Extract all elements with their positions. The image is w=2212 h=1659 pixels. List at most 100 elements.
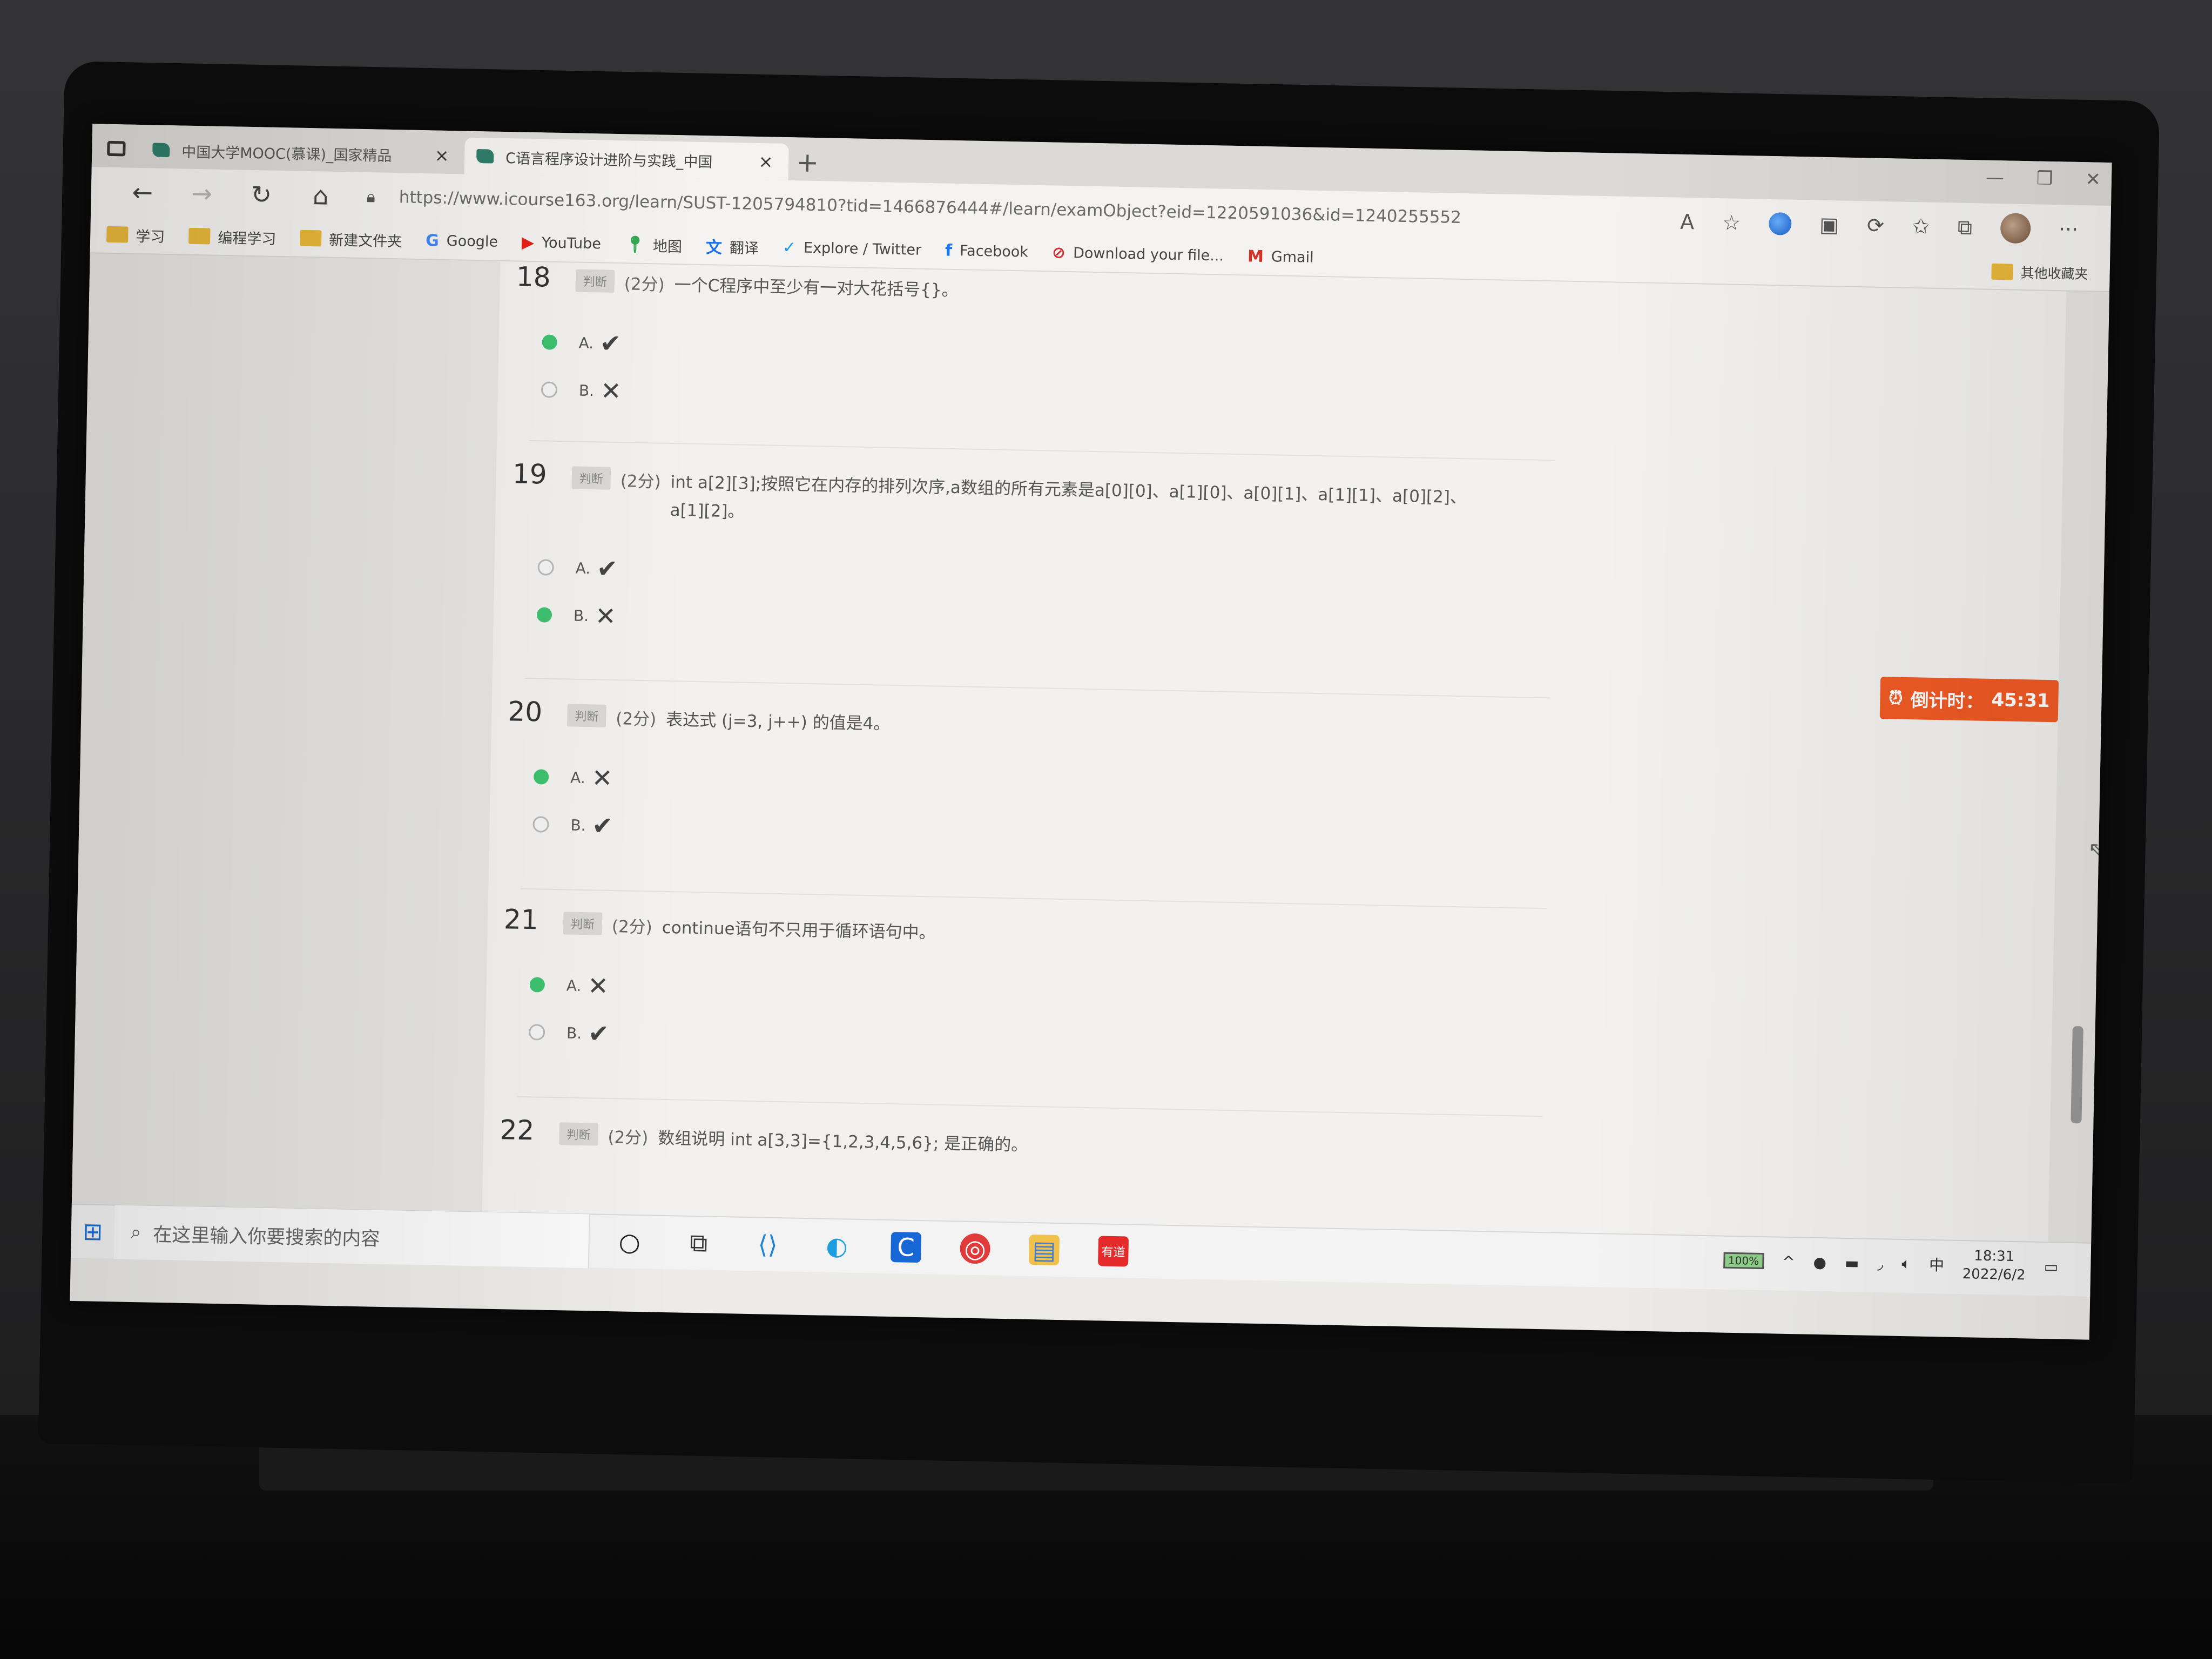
extension-puzzle-icon[interactable]: ▣: [1819, 213, 1839, 237]
radio-unselected[interactable]: [528, 1024, 545, 1041]
cross-icon: ✕: [600, 376, 622, 406]
browser-c-icon[interactable]: C: [891, 1232, 922, 1263]
refresh-extension-icon[interactable]: ⟳: [1867, 213, 1885, 238]
question-20: 20 判断 (2分) 表达式 (j=3, j++) 的值是4。 A. ✕ B. ✔: [505, 696, 1588, 868]
taskbar-clock[interactable]: 18:31 2022/6/2: [1962, 1246, 2026, 1284]
check-icon: ✔: [599, 328, 622, 359]
bookmark-gmail[interactable]: M Gmail: [1247, 247, 1314, 267]
forward-icon[interactable]: →: [172, 178, 232, 208]
folder-icon: [1991, 263, 2013, 280]
vscode-icon[interactable]: ⟨⟩: [752, 1229, 783, 1260]
question-number: 19: [512, 458, 548, 490]
option-letter: B.: [573, 606, 589, 625]
cortana-icon[interactable]: ○: [614, 1226, 645, 1257]
timer-value: 45:31: [1991, 689, 2051, 712]
home-icon[interactable]: ⌂: [291, 180, 350, 211]
wifi-icon[interactable]: ◞: [1877, 1255, 1883, 1272]
search-placeholder: 在这里输入你要搜索的内容: [153, 1224, 380, 1250]
netease-music-icon[interactable]: ◎: [960, 1233, 991, 1264]
folder-icon: [106, 226, 129, 243]
facebook-icon: f: [945, 241, 953, 260]
read-aloud-icon[interactable]: A: [1680, 210, 1695, 234]
radio-selected[interactable]: [542, 334, 557, 350]
bookmark-twitter[interactable]: ✓ Explore / Twitter: [783, 238, 922, 259]
ime-indicator[interactable]: 中: [1929, 1253, 1945, 1276]
page-scrollbar[interactable]: [2068, 313, 2099, 1231]
map-pin-icon: 📍︎: [624, 234, 646, 254]
restore-icon[interactable]: ❐: [2036, 167, 2053, 190]
new-tab-button[interactable]: +: [788, 144, 826, 181]
chevron-up-icon[interactable]: ^: [1782, 1252, 1795, 1270]
back-icon[interactable]: ←: [112, 177, 172, 207]
task-view-icon[interactable]: ⧉: [683, 1228, 714, 1259]
radio-unselected[interactable]: [532, 816, 549, 833]
bookmark-folder[interactable]: 编程学习: [188, 225, 276, 248]
bookmark-google[interactable]: G Google: [426, 231, 498, 252]
avatar[interactable]: [2000, 213, 2031, 244]
edge-icon[interactable]: ◐: [821, 1231, 852, 1262]
tab-c-course[interactable]: C语言程序设计进阶与实践_中国 ×: [464, 137, 789, 181]
notification-icon[interactable]: ▭: [2044, 1258, 2059, 1276]
favorites-icon[interactable]: ✩: [1912, 214, 1930, 239]
question-18: 18 判断 (2分) 一个C程序中至少有一对大花括号{}。 A. ✔ B. ✕: [514, 261, 1596, 433]
minimize-icon[interactable]: —: [1986, 167, 2005, 189]
radio-selected[interactable]: [533, 769, 549, 785]
translate-icon: 文: [705, 238, 723, 258]
bookmark-maps[interactable]: 📍︎ 地图: [625, 234, 683, 256]
question-text: 表达式 (j=3, j++) 的值是4。: [665, 710, 891, 734]
bookmark-download[interactable]: ⊘ Download your file...: [1052, 243, 1224, 265]
add-favorite-icon[interactable]: ☆: [1722, 211, 1741, 235]
other-bookmarks[interactable]: 其他收藏夹: [1991, 262, 2088, 283]
option-letter: A.: [578, 334, 594, 352]
youdao-icon[interactable]: 有道: [1098, 1236, 1129, 1267]
search-icon: ⌕: [130, 1222, 141, 1244]
qq-icon[interactable]: ●: [1813, 1253, 1826, 1271]
radio-selected[interactable]: [529, 977, 545, 993]
windows-start-icon[interactable]: ⊞: [71, 1217, 114, 1246]
volume-icon[interactable]: 🔈︎: [1901, 1255, 1911, 1273]
clock-date: 2022/6/2: [1962, 1266, 2026, 1284]
question-score: (2分): [611, 917, 653, 938]
question-text: 数组说明 int a[3,3]={1,2,3,4,5,6}; 是正确的。: [657, 1128, 1028, 1155]
clock-time: 18:31: [1974, 1247, 2015, 1265]
close-window-icon[interactable]: ✕: [2085, 168, 2101, 191]
taskbar-search-input[interactable]: ⌕ 在这里输入你要搜索的内容: [113, 1205, 590, 1269]
close-icon[interactable]: ×: [755, 151, 777, 172]
exam-content: 18 判断 (2分) 一个C程序中至少有一对大花括号{}。 A. ✔ B. ✕ 19…: [482, 261, 2106, 1242]
collections-icon[interactable]: ⧉: [1957, 215, 1972, 240]
bookmark-translate[interactable]: 文翻译: [706, 234, 759, 259]
device-icon[interactable]: ▬: [1845, 1253, 1859, 1272]
tab-title: C语言程序设计进阶与实践_中国: [505, 150, 713, 171]
bookmark-folder[interactable]: 新建文件夹: [299, 227, 402, 251]
question-number: 21: [503, 903, 539, 936]
file-explorer-icon[interactable]: ▤: [1029, 1234, 1060, 1266]
option-letter: A.: [575, 559, 591, 577]
gmail-icon: M: [1247, 246, 1264, 266]
question-text: continue语句不只用于循环语句中。: [662, 918, 936, 943]
radio-selected[interactable]: [536, 607, 552, 623]
more-icon[interactable]: ···: [2059, 217, 2079, 241]
scrollbar-thumb[interactable]: [2071, 1026, 2083, 1124]
bookmark-folder[interactable]: 学习: [106, 224, 165, 246]
bookmark-youtube[interactable]: ▶ YouTube: [522, 233, 602, 253]
page-viewport: 18 判断 (2分) 一个C程序中至少有一对大花括号{}。 A. ✔ B. ✕ 19…: [71, 253, 2109, 1243]
extension-icon[interactable]: [1768, 212, 1792, 235]
question-type-badge: 判断: [559, 1122, 598, 1146]
battery-indicator[interactable]: 100%: [1723, 1252, 1764, 1270]
radio-unselected[interactable]: [541, 381, 558, 398]
alarm-clock-icon: ⏰︎: [1888, 687, 1903, 709]
radio-unselected[interactable]: [537, 559, 554, 576]
tab-mooc-home[interactable]: 中国大学MOOC(慕课)_国家精品 ×: [140, 131, 465, 174]
close-icon[interactable]: ×: [431, 145, 453, 166]
tab-actions-button[interactable]: [92, 129, 141, 168]
bookmark-facebook[interactable]: f Facebook: [945, 241, 1029, 261]
question-type-badge: 判断: [567, 704, 606, 727]
bookmark-label: 其他收藏夹: [2020, 265, 2088, 282]
folder-icon: [299, 230, 322, 247]
question-text: 一个C程序中至少有一对大花括号{}。: [674, 275, 959, 301]
check-icon: ✔: [588, 1019, 610, 1048]
option-letter: B.: [570, 816, 586, 834]
refresh-icon[interactable]: ↻: [231, 179, 291, 210]
countdown-timer: ⏰︎ 倒计时： 45:31: [1879, 677, 2059, 723]
url-text: https://www.icourse163.org/learn/SUST-12…: [399, 187, 1462, 227]
